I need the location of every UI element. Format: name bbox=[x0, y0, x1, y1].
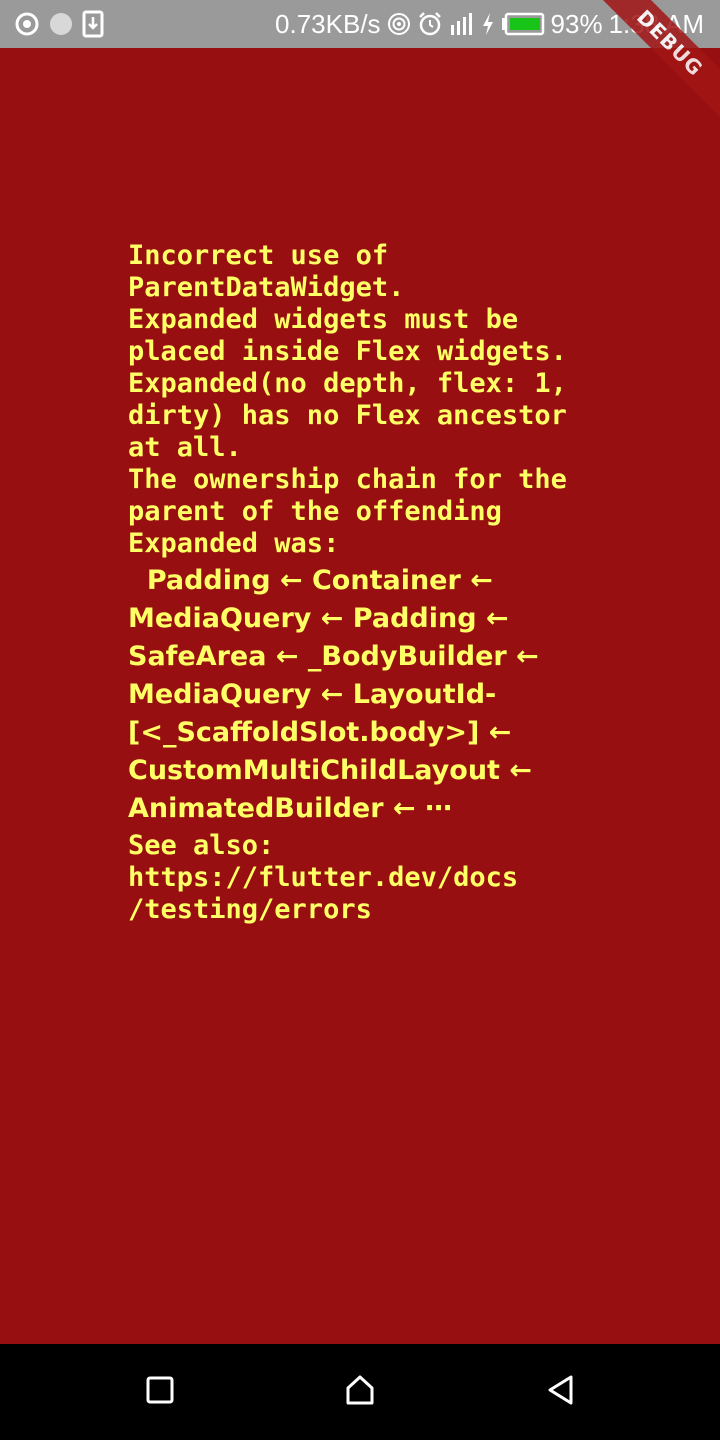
navigation-bar bbox=[0, 1344, 720, 1440]
error-message: Incorrect use of ParentDataWidget. Expan… bbox=[128, 240, 598, 926]
ownership-chain: Padding ← Container ← MediaQuery ← Paddi… bbox=[128, 565, 539, 824]
clock: 1:38 AM bbox=[608, 8, 704, 39]
alarm-icon bbox=[417, 11, 443, 37]
back-button[interactable] bbox=[536, 1368, 584, 1416]
back-icon bbox=[546, 1374, 574, 1410]
home-icon bbox=[344, 1374, 376, 1410]
download-icon bbox=[82, 10, 104, 38]
screen: 0.73KB/s 93% 1:38 AM DEBUG Incorrect use… bbox=[0, 0, 720, 1440]
record-icon bbox=[14, 11, 40, 37]
recents-icon bbox=[146, 1376, 174, 1408]
status-bar: 0.73KB/s 93% 1:38 AM bbox=[0, 0, 720, 48]
status-bar-left bbox=[14, 10, 104, 38]
see-also: See also: https://flutter.dev/docs /test… bbox=[128, 830, 519, 925]
signal-icon bbox=[449, 11, 475, 37]
status-bar-right: 0.73KB/s 93% 1:38 AM bbox=[275, 0, 704, 48]
hotspot-icon bbox=[387, 12, 411, 36]
net-speed: 0.73KB/s bbox=[275, 8, 381, 39]
battery-icon bbox=[501, 12, 545, 36]
battery-percent: 93% bbox=[550, 8, 603, 39]
circle-icon bbox=[48, 11, 74, 37]
charging-icon bbox=[481, 12, 495, 36]
error-description: Incorrect use of ParentDataWidget. Expan… bbox=[128, 240, 567, 559]
home-button[interactable] bbox=[336, 1368, 384, 1416]
recents-button[interactable] bbox=[136, 1368, 184, 1416]
